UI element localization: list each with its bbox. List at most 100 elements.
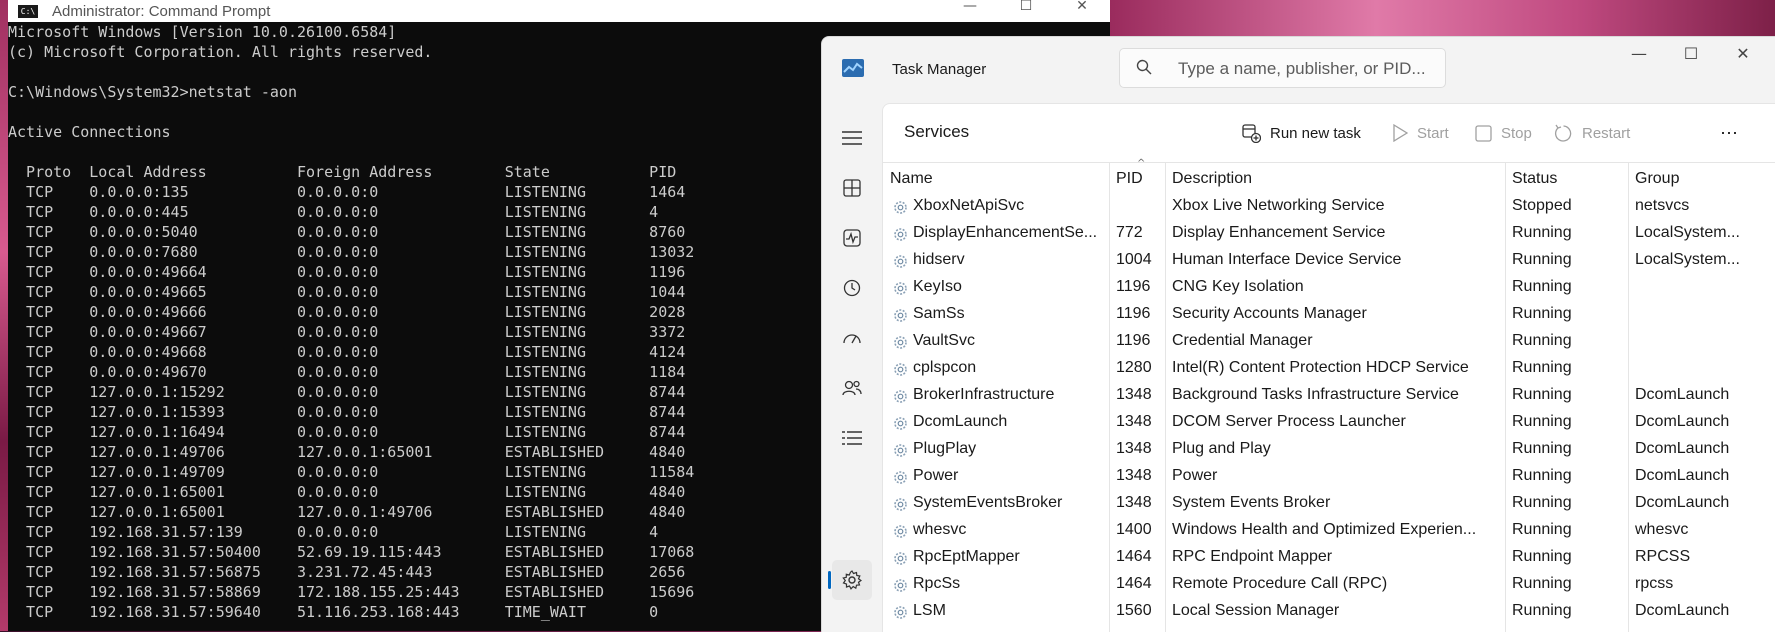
service-description: RPC Endpoint Mapper — [1172, 548, 1333, 565]
service-name: XboxNetApiSvc — [913, 197, 1025, 214]
table-row[interactable]: whesvc 1400 Windows Health and Optimized E… — [883, 518, 1775, 545]
service-status: Running — [1512, 224, 1572, 241]
column-header-pid[interactable]: PID — [1116, 170, 1143, 188]
table-row[interactable]: LSM 1560 Local Session Manager Running DcomL… — [883, 599, 1775, 626]
stop-button[interactable]: Stop — [1475, 120, 1532, 146]
nav-services[interactable] — [832, 560, 872, 600]
service-gear-icon — [894, 228, 907, 241]
service-gear-icon — [894, 309, 907, 322]
service-status: Running — [1512, 332, 1572, 349]
table-row[interactable]: SystemEventsBroker 1348 System Events Brok… — [883, 491, 1775, 518]
service-pid: 1196 — [1116, 332, 1151, 349]
processes-icon — [843, 179, 861, 197]
service-name: SamSs — [913, 305, 965, 322]
start-button[interactable]: Start — [1392, 120, 1449, 146]
service-gear-icon — [894, 201, 907, 214]
start-label: Start — [1417, 124, 1449, 142]
services-icon — [842, 570, 862, 590]
table-row[interactable]: RpcEptMapper 1464 RPC Endpoint Mapper Runni… — [883, 545, 1775, 572]
service-group: rpcss — [1635, 575, 1674, 592]
column-header-description[interactable]: Description — [1172, 170, 1252, 188]
service-gear-icon — [894, 390, 907, 403]
service-group: RPCSS — [1635, 548, 1691, 565]
run-new-task-button[interactable]: Run new task — [1242, 120, 1361, 146]
table-row[interactable]: SamSs 1196 Security Accounts Manager Runnin… — [883, 302, 1775, 329]
tm-minimize-button[interactable]: — — [1616, 41, 1662, 67]
nav-users[interactable] — [832, 368, 872, 408]
service-pid: 1464 — [1116, 548, 1152, 565]
service-status: Running — [1512, 548, 1572, 565]
service-pid: 1280 — [1116, 359, 1152, 376]
service-description: Xbox Live Networking Service — [1172, 197, 1385, 214]
service-group: LocalSystem... — [1635, 251, 1740, 268]
nav-details[interactable] — [832, 418, 872, 458]
service-gear-icon — [894, 417, 907, 430]
minimize-button[interactable]: — — [942, 0, 998, 22]
table-row[interactable]: DisplayEnhancementSe... 772 Display Enhanc… — [883, 221, 1775, 248]
service-description: DCOM Server Process Launcher — [1172, 413, 1406, 430]
cmd-title-bar[interactable]: C:\ Administrator: Command Prompt — ☐ ✕ — [8, 0, 1110, 22]
nav-app-history[interactable] — [832, 268, 872, 308]
close-button[interactable]: ✕ — [1054, 0, 1110, 22]
service-status: Running — [1512, 467, 1572, 484]
run-new-task-icon — [1242, 123, 1261, 143]
tm-window-title: Task Manager — [892, 61, 987, 78]
tm-maximize-button[interactable]: ☐ — [1668, 41, 1714, 67]
column-header-group[interactable]: Group — [1635, 170, 1679, 188]
details-icon — [842, 431, 862, 445]
service-pid: 1348 — [1116, 386, 1152, 403]
hamburger-menu-button[interactable] — [832, 118, 872, 158]
tm-nav-sidebar — [822, 103, 882, 632]
app-history-icon — [843, 279, 861, 297]
table-row[interactable]: hidserv 1004 Human Interface Device Servic… — [883, 248, 1775, 275]
service-description: Intel(R) Content Protection HDCP Service — [1172, 359, 1469, 376]
nav-performance[interactable] — [832, 218, 872, 258]
service-name: SystemEventsBroker — [913, 494, 1063, 511]
service-name: LSM — [913, 602, 946, 619]
search-icon — [1136, 59, 1152, 75]
service-description: Remote Procedure Call (RPC) — [1172, 575, 1388, 592]
service-description: Human Interface Device Service — [1172, 251, 1402, 268]
table-row[interactable]: PlugPlay 1348 Plug and Play Running DcomLaun… — [883, 437, 1775, 464]
service-description: Local Session Manager — [1172, 602, 1340, 619]
table-row[interactable]: RpcSs 1464 Remote Procedure Call (RPC) Runn… — [883, 572, 1775, 599]
users-icon — [842, 380, 862, 396]
service-status: Running — [1512, 413, 1572, 430]
table-row[interactable]: Power 1348 Power Running DcomLaunch — [883, 464, 1775, 491]
table-row[interactable]: VaultSvc 1196 Credential Manager Running — [883, 329, 1775, 356]
table-row[interactable]: cplspcon 1280 Intel(R) Content Protection … — [883, 356, 1775, 383]
service-pid: 1464 — [1116, 575, 1152, 592]
table-row[interactable]: KeyIso 1196 CNG Key Isolation Running — [883, 275, 1775, 302]
more-options-button[interactable]: ⋯ — [1720, 120, 1738, 146]
nav-processes[interactable] — [832, 168, 872, 208]
service-name: KeyIso — [913, 278, 962, 295]
nav-startup-apps[interactable] — [832, 318, 872, 358]
startup-apps-icon — [843, 334, 861, 344]
page-title: Services — [904, 122, 970, 141]
table-row[interactable]: DcomLaunch 1348 DCOM Server Process Launch… — [883, 410, 1775, 437]
table-row[interactable]: XboxNetApiSvc Xbox Live Networking Servic… — [883, 194, 1775, 221]
service-status: Running — [1512, 521, 1572, 538]
table-row[interactable]: BrokerInfrastructure 1348 Background Tasks… — [883, 383, 1775, 410]
search-box[interactable] — [1119, 48, 1446, 88]
service-name: hidserv — [913, 251, 965, 268]
service-status: Running — [1512, 494, 1572, 511]
service-name: Power — [913, 467, 959, 484]
service-pid: 1348 — [1116, 413, 1152, 430]
column-header-name[interactable]: Name — [890, 170, 933, 188]
service-description: Plug and Play — [1172, 440, 1271, 457]
restart-label: Restart — [1582, 124, 1631, 142]
service-status: Running — [1512, 359, 1572, 376]
restart-button[interactable]: Restart — [1554, 120, 1630, 146]
service-description: System Events Broker — [1172, 494, 1331, 511]
service-gear-icon — [894, 498, 907, 511]
service-group: DcomLaunch — [1635, 494, 1730, 511]
maximize-button[interactable]: ☐ — [998, 0, 1054, 22]
task-manager-window[interactable]: Task Manager — ☐ ✕ — [821, 36, 1775, 632]
search-input[interactable] — [1176, 55, 1440, 83]
column-header-status[interactable]: Status — [1512, 170, 1557, 188]
service-pid: 1196 — [1116, 278, 1151, 295]
tm-close-button[interactable]: ✕ — [1720, 41, 1766, 67]
tm-title-bar[interactable]: Task Manager — ☐ ✕ — [822, 37, 1775, 103]
hamburger-icon — [842, 131, 862, 145]
